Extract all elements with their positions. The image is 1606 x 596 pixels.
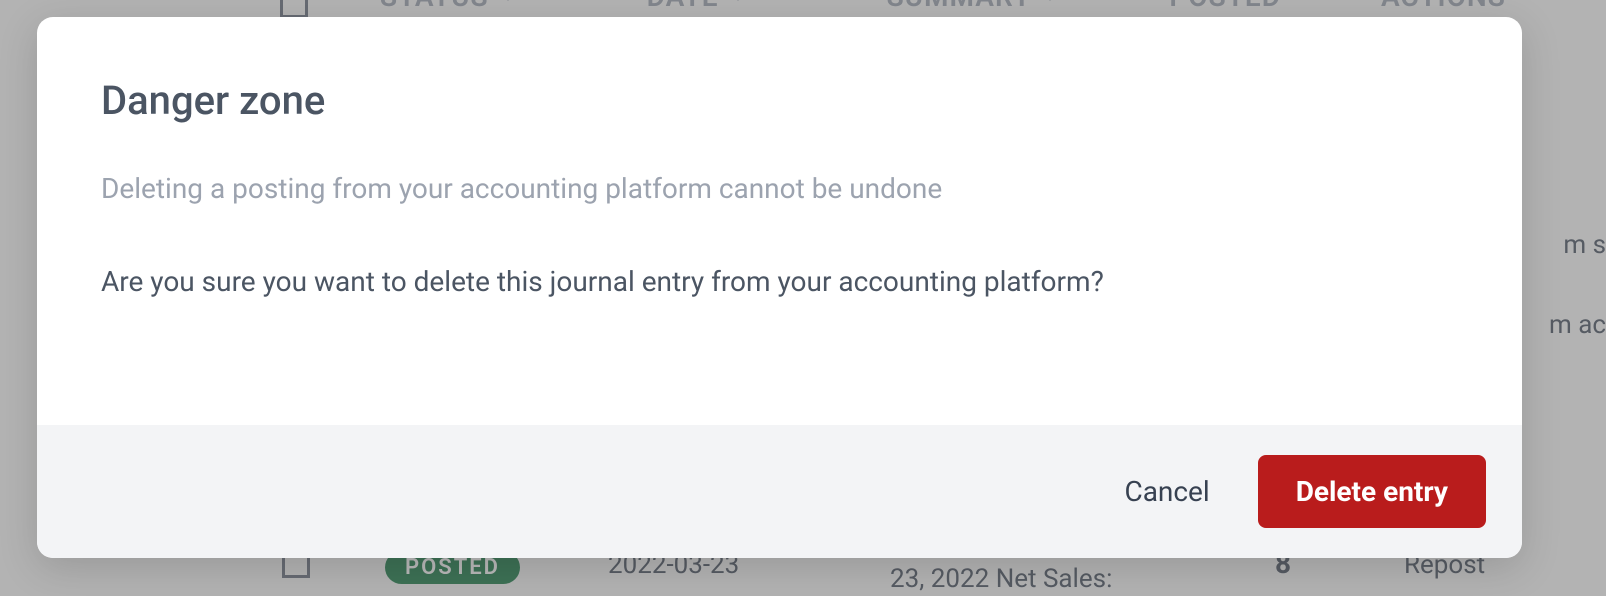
modal-question: Are you sure you want to delete this jou… bbox=[101, 265, 1458, 298]
modal-title: Danger zone bbox=[101, 77, 1458, 124]
modal-subtitle: Deleting a posting from your accounting … bbox=[101, 172, 1458, 205]
modal-footer: Cancel Delete entry bbox=[37, 425, 1522, 558]
cancel-button[interactable]: Cancel bbox=[1116, 463, 1217, 520]
modal-body: Danger zone Deleting a posting from your… bbox=[37, 17, 1522, 425]
delete-entry-button[interactable]: Delete entry bbox=[1258, 455, 1486, 528]
danger-zone-modal: Danger zone Deleting a posting from your… bbox=[37, 17, 1522, 558]
